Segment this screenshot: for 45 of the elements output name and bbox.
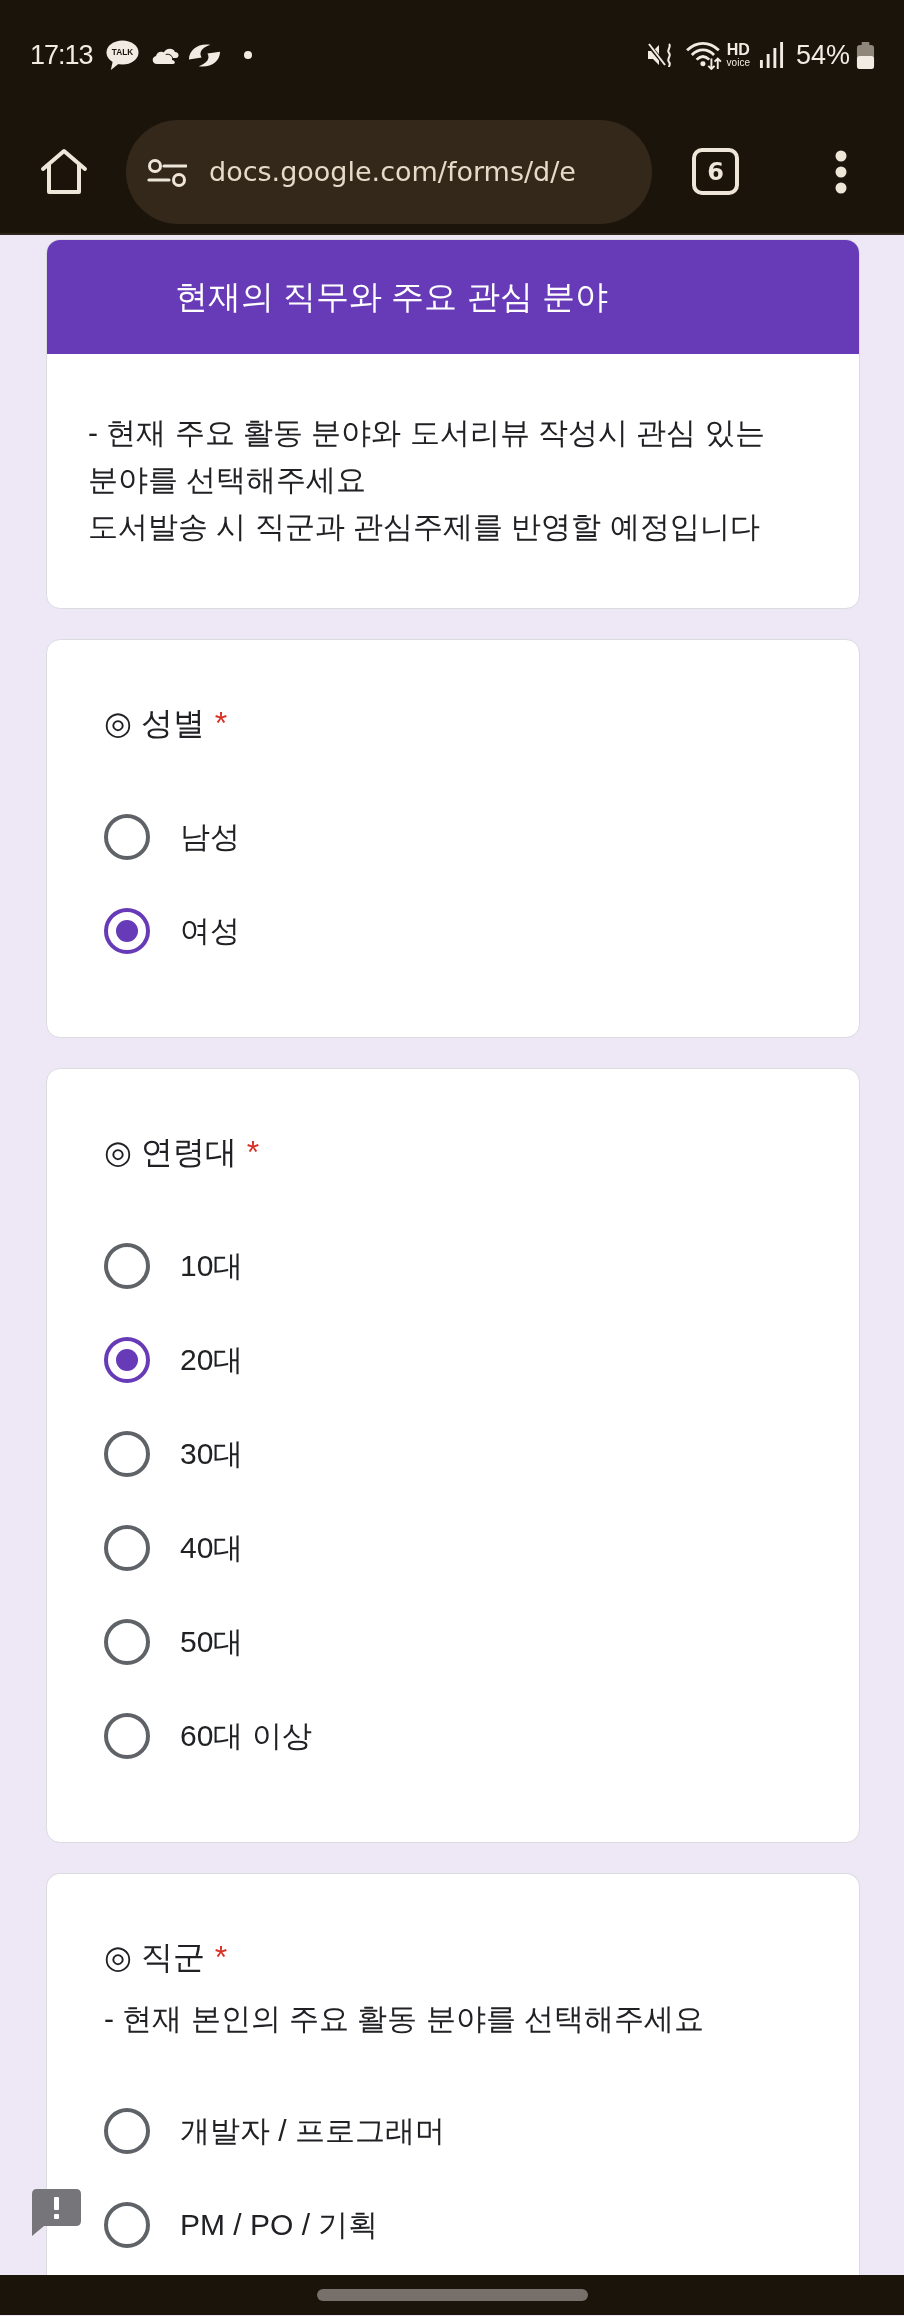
- radio-button[interactable]: [104, 1619, 150, 1665]
- more-menu-icon[interactable]: [834, 149, 848, 194]
- radio-button[interactable]: [104, 814, 150, 860]
- option-label[interactable]: 20대: [180, 1340, 244, 1380]
- option-label[interactable]: 개발자 / 프로그래머: [180, 2111, 445, 2151]
- battery-percent: 54%: [795, 39, 850, 71]
- question-title: ◎ 연령대: [104, 1133, 237, 1172]
- radio-button[interactable]: [104, 1713, 150, 1759]
- home-icon[interactable]: [40, 147, 88, 196]
- radio-button[interactable]: [104, 1337, 150, 1383]
- signal-icon: [758, 42, 784, 68]
- option-label[interactable]: 60대 이상: [180, 1716, 312, 1756]
- exclamation-bubble-icon[interactable]: [32, 2189, 81, 2236]
- tab-switcher-button[interactable]: 6: [692, 148, 739, 195]
- question-description: - 현재 본인의 주요 활동 분야를 선택해주세요: [104, 2001, 705, 2037]
- muted-speaker-icon: [646, 42, 674, 68]
- dot-icon: [243, 51, 252, 59]
- url-text[interactable]: docs.google.com/forms/d/e: [209, 156, 576, 187]
- option-label[interactable]: 30대: [180, 1434, 244, 1474]
- radio-button[interactable]: [104, 908, 150, 954]
- clock-time: 17:13: [30, 39, 93, 71]
- question-title: ◎ 직군: [104, 1938, 205, 1977]
- required-asterisk: *: [214, 1938, 228, 1977]
- option-label[interactable]: 남성: [180, 817, 240, 857]
- radio-button[interactable]: [104, 2202, 150, 2248]
- radio-button[interactable]: [104, 1431, 150, 1477]
- option-label[interactable]: PM / PO / 기획: [180, 2205, 379, 2245]
- option-label[interactable]: 여성: [180, 911, 240, 951]
- option-label[interactable]: 10대: [180, 1246, 244, 1286]
- address-bar[interactable]: docs.google.com/forms/d/e: [126, 119, 652, 224]
- radio-button[interactable]: [104, 1525, 150, 1571]
- option-label[interactable]: 40대: [180, 1528, 244, 1568]
- radio-button[interactable]: [104, 2108, 150, 2154]
- radio-button[interactable]: [104, 1243, 150, 1289]
- battery-icon: [856, 41, 875, 69]
- section-title: 현재의 직무와 주요 관심 분야: [175, 276, 608, 317]
- hd-voice-label: HD voice: [726, 42, 750, 68]
- required-asterisk: *: [246, 1133, 260, 1172]
- tune-icon[interactable]: [147, 156, 187, 187]
- section-description: 도서발송 시 직군과 관심주제를 반영할 예정입니다: [88, 509, 761, 545]
- option-label[interactable]: 50대: [180, 1622, 244, 1662]
- section-description: - 현재 주요 활동 분야와 도서리뷰 작성시 관심 있는 분야를 선택해주세요: [88, 415, 766, 498]
- wifi-icon: [685, 40, 722, 70]
- required-asterisk: *: [214, 704, 228, 743]
- question-title: ◎ 성별: [104, 704, 205, 743]
